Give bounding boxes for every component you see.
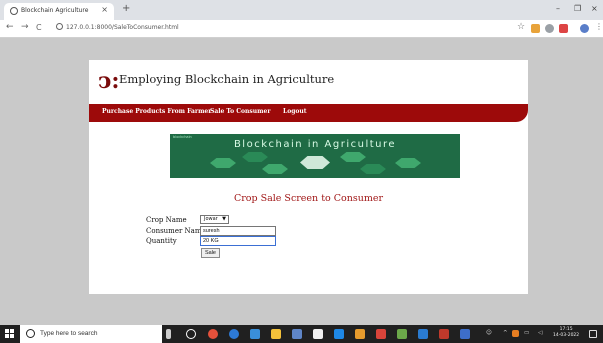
hex-block — [242, 152, 268, 162]
globe-icon — [10, 7, 18, 15]
microphone-icon[interactable] — [166, 329, 171, 339]
crop-name-select[interactable]: Jowar ▼ — [200, 215, 229, 224]
browser-toolbar: ← → C 127.0.0.1:8000/SaleToConsumer.html… — [0, 20, 603, 38]
blockchain-banner-image: blockchain Blockchain in Agriculture — [170, 134, 460, 178]
app-icon-9[interactable] — [418, 329, 428, 339]
tab-close-icon[interactable]: × — [101, 5, 108, 14]
consumer-name-field[interactable]: suresh — [200, 226, 276, 236]
window-close-button[interactable]: × — [591, 4, 598, 13]
info-icon — [56, 23, 63, 30]
back-button[interactable]: ← — [6, 22, 14, 32]
tab-title: Blockchain Agriculture — [21, 7, 89, 14]
new-tab-button[interactable]: + — [122, 3, 130, 14]
extension-icon-3[interactable] — [559, 24, 568, 33]
form-heading: Crop Sale Screen to Consumer — [233, 193, 384, 204]
app-icon-8[interactable] — [397, 329, 407, 339]
app-icon-5[interactable] — [334, 329, 344, 339]
page-card: ↄ: Employing Blockchain in Agriculture P… — [89, 60, 528, 294]
site-logo: ↄ: — [98, 68, 120, 94]
taskbar-search-placeholder: Type here to search — [40, 330, 98, 337]
show-hidden-icons[interactable]: ^ — [503, 330, 508, 336]
app-icon-10[interactable] — [439, 329, 449, 339]
browser-tabstrip: Blockchain Agriculture × + – ❐ × — [0, 0, 603, 20]
sale-button[interactable]: Sale — [201, 248, 220, 258]
restore-button[interactable]: ❐ — [574, 4, 581, 13]
menu-kebab-icon[interactable]: ⋮ — [595, 22, 603, 31]
main-menu: Purchase Products From Farmer Sale To Co… — [89, 104, 528, 122]
windows-start-icon[interactable] — [5, 329, 14, 338]
people-icon[interactable]: ☺ — [486, 330, 492, 336]
network-icon[interactable]: ▭ — [524, 330, 529, 336]
tray-app-icon[interactable] — [512, 330, 519, 337]
taskbar-search[interactable]: Type here to search — [20, 325, 162, 343]
clock-date: 14-03-2022 — [553, 333, 580, 338]
quantity-field[interactable]: 20 KG — [200, 236, 276, 246]
app-icon-11[interactable] — [460, 329, 470, 339]
quantity-label: Quantity — [146, 237, 177, 245]
app-icon-4[interactable] — [313, 329, 323, 339]
site-title: Employing Blockchain in Agriculture — [119, 72, 335, 86]
hex-block — [262, 164, 288, 174]
notifications-icon[interactable] — [589, 330, 597, 338]
store-icon[interactable] — [250, 329, 260, 339]
hex-block — [395, 158, 421, 168]
volume-icon[interactable]: ◁ — [538, 330, 542, 336]
chevron-down-icon: ▼ — [222, 216, 226, 222]
consumer-name-label: Consumer Name — [146, 227, 206, 235]
banner-title: Blockchain in Agriculture — [233, 139, 397, 150]
extension-icon-1[interactable] — [531, 24, 540, 33]
hex-block-center — [300, 156, 330, 169]
menu-sale-to-consumer[interactable]: Sale To Consumer — [210, 108, 270, 115]
taskbar: Type here to search ☺ ^ ▭ ◁ 17:15 14-03-… — [0, 325, 603, 343]
menu-logout[interactable]: Logout — [283, 108, 307, 115]
app-icon-1[interactable] — [208, 329, 218, 339]
cortana-icon — [26, 329, 35, 338]
crop-name-label: Crop Name — [146, 216, 187, 224]
browser-tab[interactable]: Blockchain Agriculture × — [4, 3, 114, 20]
hex-block — [360, 164, 386, 174]
app-icon-7[interactable] — [376, 329, 386, 339]
url-text: 127.0.0.1:8000/SaleToConsumer.html — [66, 24, 179, 31]
menu-purchase-products[interactable]: Purchase Products From Farmer — [102, 108, 211, 115]
forward-button[interactable]: → — [21, 22, 29, 32]
app-icon-3[interactable] — [292, 329, 302, 339]
bookmark-star-icon[interactable]: ☆ — [517, 22, 525, 32]
hex-block — [340, 152, 366, 162]
minimize-button[interactable]: – — [556, 4, 560, 13]
app-icon-6[interactable] — [355, 329, 365, 339]
task-view-icon[interactable] — [186, 329, 196, 339]
page-viewport: ↄ: Employing Blockchain in Agriculture P… — [0, 38, 603, 325]
profile-avatar[interactable] — [580, 24, 589, 33]
edge-icon[interactable] — [229, 329, 239, 339]
address-bar[interactable]: 127.0.0.1:8000/SaleToConsumer.html — [56, 23, 179, 31]
system-clock[interactable]: 17:15 14-03-2022 — [553, 327, 579, 339]
crop-name-value: Jowar — [204, 216, 218, 222]
extension-icon-2[interactable] — [545, 24, 554, 33]
hex-block — [210, 158, 236, 168]
reload-button[interactable]: C — [36, 23, 42, 32]
app-icon-2[interactable] — [271, 329, 281, 339]
